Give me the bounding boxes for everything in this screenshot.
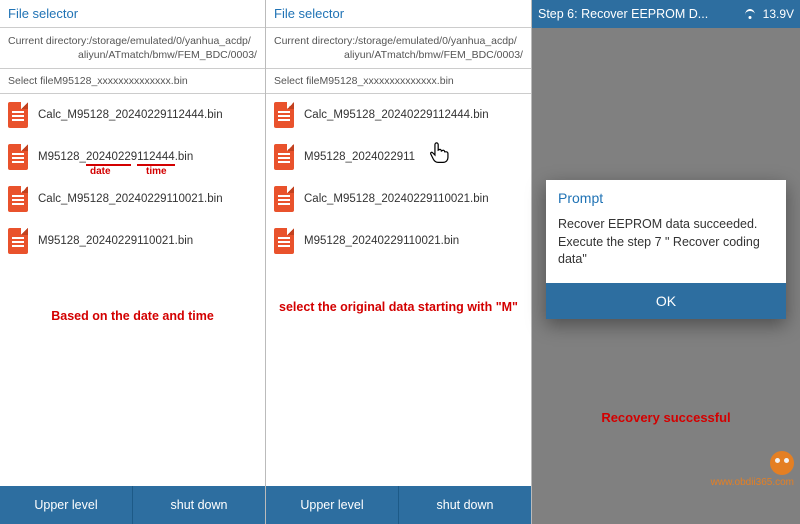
step-header: Step 6: Recover EEPROM D... 13.9V <box>532 0 800 28</box>
dir-label: Current directory: <box>8 35 89 47</box>
step-title: Step 6: Recover EEPROM D... <box>538 7 708 21</box>
panel-title: File selector <box>0 0 265 28</box>
dir-label: Current directory: <box>274 35 355 47</box>
file-selector-panel-1: File selector Current directory:/storage… <box>0 0 266 524</box>
file-icon <box>8 186 28 212</box>
current-directory: Current directory:/storage/emulated/0/ya… <box>266 28 531 69</box>
file-name: M95128_20240229112444.bin <box>38 151 193 163</box>
bottom-bar: Upper level shut down <box>0 486 265 524</box>
file-row[interactable]: Calc_M95128_20240229112444.bin <box>266 94 531 136</box>
file-icon <box>274 102 294 128</box>
file-list: Calc_M95128_20240229112444.bin M95128_20… <box>266 94 531 486</box>
upper-level-button[interactable]: Upper level <box>266 486 399 524</box>
dir-path-1: /storage/emulated/0/yanhua_acdp/ <box>355 35 517 47</box>
watermark-text: www.obdii365.com <box>711 477 794 488</box>
annotation-main: Recovery successful <box>532 410 800 425</box>
file-name: Calc_M95128_20240229112444.bin <box>304 109 489 121</box>
file-row[interactable]: Calc_M95128_20240229110021.bin <box>266 178 531 220</box>
file-row[interactable]: Calc_M95128_20240229112444.bin <box>0 94 265 136</box>
file-row[interactable]: M95128_20240229112444.bin date time <box>0 136 265 178</box>
recover-panel: Step 6: Recover EEPROM D... 13.9V Prompt… <box>532 0 800 524</box>
select-pattern: Select fileM95128_xxxxxxxxxxxxxx.bin <box>0 69 265 94</box>
dir-path-2: aliyun/ATmatch/bmw/FEM_BDC/0003/ <box>8 48 257 62</box>
dir-path-2: aliyun/ATmatch/bmw/FEM_BDC/0003/ <box>274 48 523 62</box>
dialog-body: Recover EEPROM data succeeded. Execute t… <box>546 212 786 283</box>
current-directory: Current directory:/storage/emulated/0/ya… <box>0 28 265 69</box>
file-row[interactable]: Calc_M95128_20240229110021.bin <box>0 178 265 220</box>
prompt-dialog: Prompt Recover EEPROM data succeeded. Ex… <box>546 180 786 319</box>
status-indicators: 13.9V <box>743 7 794 21</box>
voltage-indicator: 13.9V <box>763 7 794 21</box>
file-icon <box>274 228 294 254</box>
dialog-title: Prompt <box>546 180 786 212</box>
watermark: www.obdii365.com <box>711 451 794 488</box>
annotation-main: Based on the date and time <box>0 309 265 323</box>
title-text: File selector <box>274 6 344 21</box>
wifi-icon <box>743 9 757 19</box>
shutdown-button[interactable]: shut down <box>133 486 265 524</box>
file-row[interactable]: M95128_20240229110021.bin <box>0 220 265 262</box>
file-selector-panel-2: File selector Current directory:/storage… <box>266 0 532 524</box>
title-text: File selector <box>8 6 78 21</box>
upper-level-button[interactable]: Upper level <box>0 486 133 524</box>
file-name: Calc_M95128_20240229112444.bin <box>38 109 223 121</box>
file-row[interactable]: M95128_2024022911 <box>266 136 531 178</box>
file-name: Calc_M95128_20240229110021.bin <box>38 193 223 205</box>
dir-path-1: /storage/emulated/0/yanhua_acdp/ <box>89 35 251 47</box>
pointer-hand-icon <box>426 138 452 164</box>
file-icon <box>8 144 28 170</box>
file-icon <box>8 228 28 254</box>
file-name: M95128_20240229110021.bin <box>38 235 193 247</box>
file-list: Calc_M95128_20240229112444.bin M95128_20… <box>0 94 265 486</box>
file-icon <box>274 144 294 170</box>
annotation-main: select the original data starting with "… <box>266 299 531 317</box>
anno-date: date <box>90 166 111 177</box>
file-name: M95128_2024022911 <box>304 151 415 163</box>
shutdown-button[interactable]: shut down <box>399 486 531 524</box>
ok-button[interactable]: OK <box>546 283 786 319</box>
file-icon <box>274 186 294 212</box>
file-icon <box>8 102 28 128</box>
panel-title: File selector <box>266 0 531 28</box>
bottom-bar: Upper level shut down <box>266 486 531 524</box>
file-name: Calc_M95128_20240229110021.bin <box>304 193 489 205</box>
anno-time: time <box>146 166 167 177</box>
watermark-logo-icon <box>770 451 794 475</box>
file-name: M95128_20240229110021.bin <box>304 235 459 247</box>
select-pattern: Select fileM95128_xxxxxxxxxxxxxx.bin <box>266 69 531 94</box>
file-row[interactable]: M95128_20240229110021.bin <box>266 220 531 262</box>
